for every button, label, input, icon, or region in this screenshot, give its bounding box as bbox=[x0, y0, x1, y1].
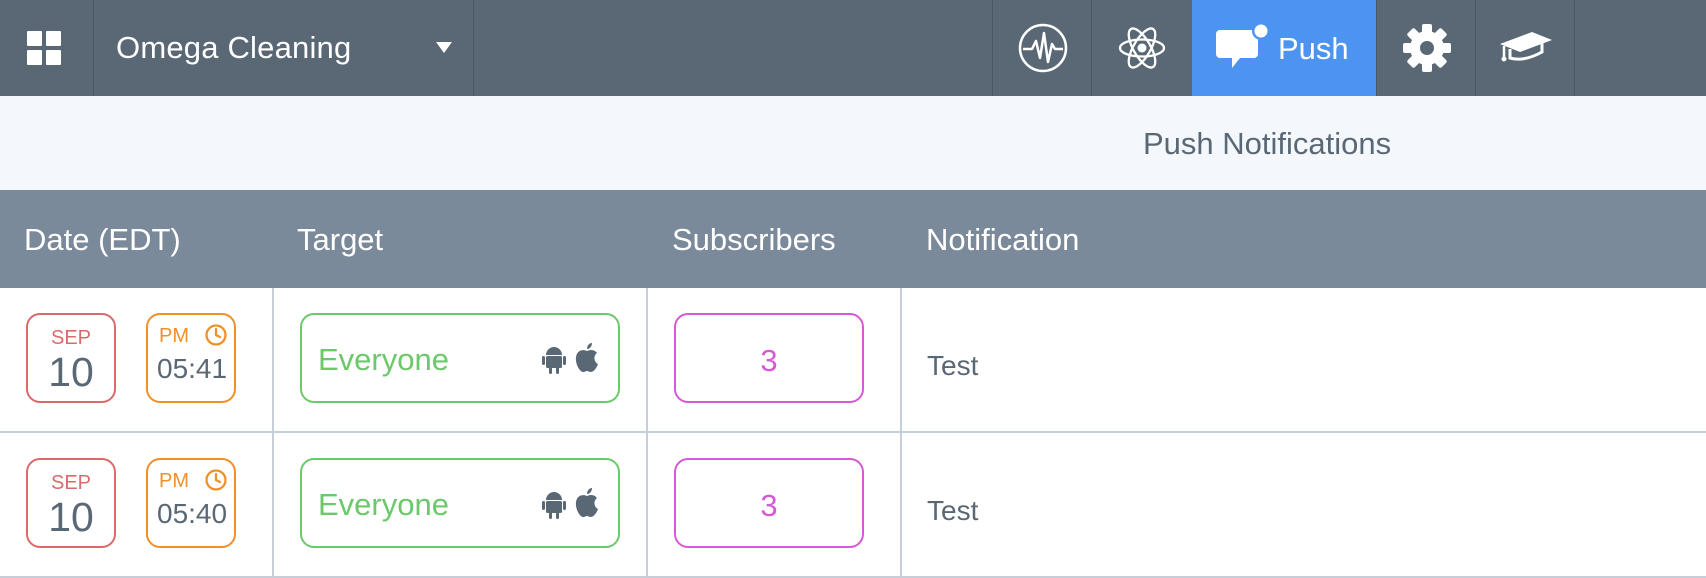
chevron-down-icon bbox=[436, 42, 452, 53]
target-label: Everyone bbox=[318, 342, 449, 377]
page-title: Push Notifications bbox=[1143, 126, 1392, 161]
app-selector-dropdown[interactable]: Omega Cleaning bbox=[94, 0, 474, 96]
date-month: SEP bbox=[50, 472, 92, 494]
top-navbar: Omega Cleaning Push bbox=[0, 0, 1706, 96]
time-value: 05:41 bbox=[157, 353, 228, 384]
date-badge: SEP 10 bbox=[26, 313, 116, 403]
subscribers-badge: 3 bbox=[674, 313, 864, 403]
apps-grid-button[interactable] bbox=[0, 0, 94, 96]
column-divider bbox=[646, 433, 648, 578]
target-badge: Everyone bbox=[300, 313, 620, 403]
push-chat-icon bbox=[1216, 22, 1270, 68]
notification-text: Test bbox=[927, 495, 979, 526]
time-ampm: PM bbox=[159, 470, 189, 492]
nav-divider bbox=[1574, 0, 1575, 96]
apple-icon bbox=[575, 488, 598, 517]
column-divider bbox=[646, 288, 648, 433]
graduation-cap-icon bbox=[1500, 32, 1552, 62]
nav-learn-button[interactable] bbox=[1475, 0, 1574, 96]
subscribers-badge: 3 bbox=[674, 458, 864, 548]
notification-text: Test bbox=[927, 350, 979, 381]
column-header-date: Date (EDT) bbox=[24, 222, 181, 257]
date-day: 10 bbox=[48, 494, 94, 540]
target-badge: Everyone bbox=[300, 458, 620, 548]
time-value: 05:40 bbox=[157, 498, 228, 529]
push-tab-label: Push bbox=[1278, 31, 1349, 66]
column-header-notification: Notification bbox=[926, 222, 1080, 257]
subscribers-count: 3 bbox=[760, 343, 778, 378]
apple-icon bbox=[575, 343, 598, 372]
app-name: Omega Cleaning bbox=[116, 30, 352, 65]
column-divider bbox=[272, 288, 274, 433]
column-header-subscribers: Subscribers bbox=[672, 222, 836, 257]
nav-integrations-button[interactable] bbox=[1091, 0, 1190, 96]
clock-icon bbox=[205, 324, 227, 346]
time-badge: PM 05:40 bbox=[146, 458, 236, 548]
page-header: Push Notifications bbox=[0, 96, 1706, 190]
column-divider bbox=[900, 288, 902, 433]
date-badge: SEP 10 bbox=[26, 458, 116, 548]
table-row[interactable]: SEP 10 PM 05:40 Everyone 3 Test bbox=[0, 433, 1706, 578]
android-icon bbox=[542, 492, 566, 519]
nav-push-tab[interactable]: Push bbox=[1192, 0, 1376, 96]
target-label: Everyone bbox=[318, 487, 449, 522]
nav-settings-button[interactable] bbox=[1376, 0, 1475, 96]
gear-icon bbox=[1403, 24, 1451, 72]
time-badge: PM 05:41 bbox=[146, 313, 236, 403]
date-day: 10 bbox=[48, 349, 94, 395]
column-header-target: Target bbox=[297, 222, 384, 257]
pulse-icon bbox=[1018, 23, 1068, 73]
table-header: Date (EDT) Target Subscribers Notificati… bbox=[0, 190, 1706, 288]
nav-analytics-button[interactable] bbox=[992, 0, 1091, 96]
android-icon bbox=[542, 347, 566, 374]
table-row[interactable]: SEP 10 PM 05:41 Everyone 3 Test bbox=[0, 288, 1706, 433]
time-ampm: PM bbox=[159, 325, 189, 347]
subscribers-count: 3 bbox=[760, 488, 778, 523]
clock-icon bbox=[205, 469, 227, 491]
atom-icon bbox=[1118, 27, 1166, 69]
column-divider bbox=[900, 433, 902, 578]
date-month: SEP bbox=[50, 327, 92, 349]
column-divider bbox=[272, 433, 274, 578]
